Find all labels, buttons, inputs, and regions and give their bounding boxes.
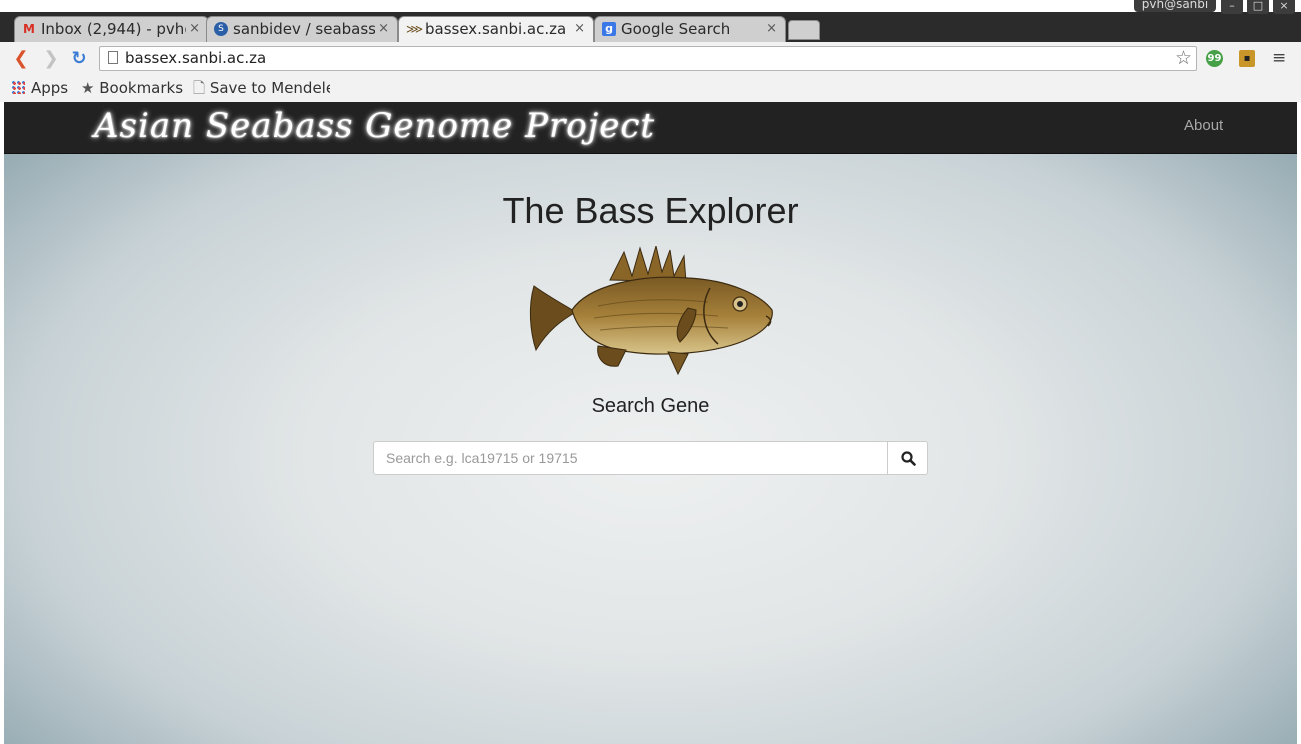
tab-close-icon[interactable]: × [378,17,389,41]
nav-about-link[interactable]: About [1184,117,1223,134]
search-gene-heading: Search Gene [591,395,710,417]
bookmark-label: Apps [31,79,69,97]
tab-strip: M Inbox (2,944) - pvh@ × S sanbidev / se… [0,0,1301,42]
seabass-fish-image [529,246,773,376]
extension-evernote-icon[interactable]: 99 [1206,50,1223,67]
search-button[interactable] [887,441,928,475]
window-close-icon[interactable]: × [1273,0,1295,14]
page-title: The Bass Explorer [502,190,799,231]
extension-puzzle-icon[interactable]: ▪ [1239,50,1255,67]
tab-title: sanbidev / seabass_ [233,20,375,38]
page-viewport: Asian Seabass Genome Project About The B… [4,102,1297,744]
tab-sanbidev[interactable]: S sanbidev / seabass_ × [206,16,398,42]
back-arrow-icon[interactable]: ❮ [10,48,32,70]
url-text[interactable]: bassex.sanbi.ac.za [125,47,266,70]
tab-gmail[interactable]: M Inbox (2,944) - pvh@ × [14,16,209,42]
gene-search-input[interactable] [373,441,888,475]
tab-title: Google Search [621,20,731,38]
tab-bassex[interactable]: ⋙ bassex.sanbi.ac.za × [398,16,594,42]
gmail-icon: M [23,22,35,36]
profile-user-badge[interactable]: pvh@sanbi [1134,0,1216,12]
search-icon [901,451,916,466]
address-bar[interactable]: bassex.sanbi.ac.za ☆ [99,46,1197,71]
page-icon: 🗋 [193,79,206,97]
repo-icon: S [214,22,228,36]
tab-close-icon[interactable]: × [189,17,200,41]
window-top-edge [0,0,1301,12]
bookmark-label: Bookmarks [99,79,184,97]
fish-favicon: ⋙ [406,22,424,36]
gene-search-form [373,441,928,475]
bookmark-save-to-mendeley[interactable]: 🗋 Save to Mendeley [193,76,330,100]
page-icon [108,51,118,64]
apps-grid-icon [12,81,25,94]
bookmark-label: Save to Mendeley [209,79,330,97]
star-icon: ★ [81,79,95,97]
bookmark-bookmarks[interactable]: ★ Bookmarks [81,76,183,100]
tab-title: bassex.sanbi.ac.za [425,20,567,38]
site-navbar: Asian Seabass Genome Project About [4,102,1297,154]
bookmark-apps[interactable]: Apps [12,76,68,100]
bookmarks-bar: Apps ★ Bookmarks 🗋 Save to Mendeley [0,76,1301,102]
browser-toolbar: ❮ ❯ ↻ bassex.sanbi.ac.za ☆ [0,42,1301,76]
tab-title: Inbox (2,944) - pvh@ [41,20,186,38]
tab-close-icon[interactable]: × [574,17,585,41]
bookmark-star-icon[interactable]: ☆ [1175,47,1192,69]
maximize-icon[interactable]: □ [1247,0,1269,14]
reload-icon[interactable]: ↻ [68,48,90,70]
site-brand[interactable]: Asian Seabass Genome Project [94,106,655,146]
new-tab-button[interactable] [788,20,820,40]
chrome-menu-icon[interactable]: ≡ [1272,49,1286,67]
tab-google-search[interactable]: g Google Search × [594,16,786,42]
tab-close-icon[interactable]: × [766,17,777,41]
minimize-icon[interactable]: – [1221,0,1243,14]
forward-arrow-icon[interactable]: ❯ [40,48,62,70]
google-icon: g [602,22,616,36]
